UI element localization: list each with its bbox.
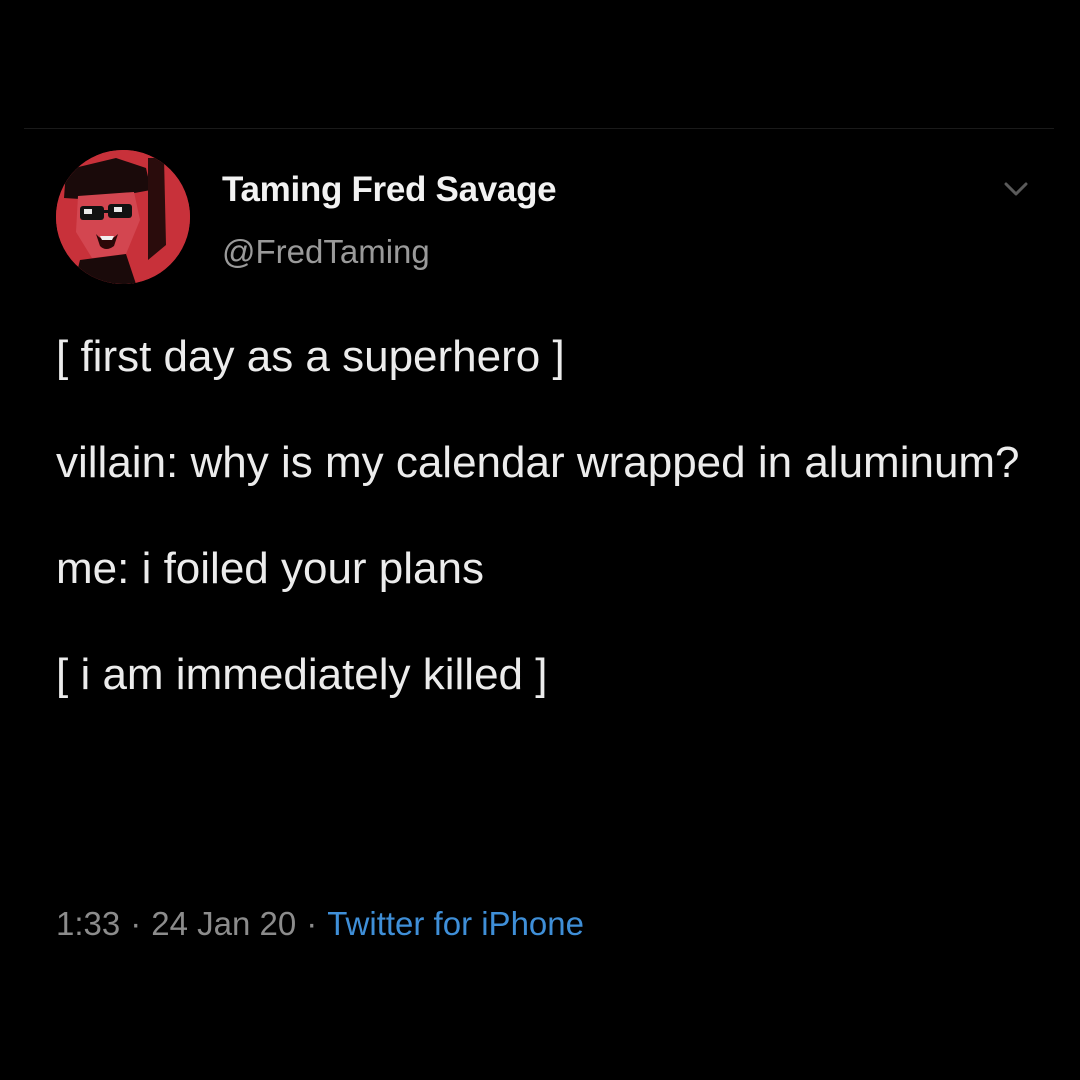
tweet-paragraph: villain: why is my calendar wrapped in a… — [56, 438, 1020, 487]
meta-separator: · — [306, 905, 318, 942]
tweet-meta: 1:33 · 24 Jan 20 · Twitter for iPhone — [56, 905, 584, 943]
avatar[interactable] — [56, 150, 190, 284]
tweet-paragraph: me: i foiled your plans — [56, 544, 484, 593]
tweet-text: [ first day as a superhero ] villain: wh… — [56, 330, 1046, 702]
avatar-image — [56, 150, 190, 284]
author-handle[interactable]: @FredTaming — [222, 233, 430, 271]
chevron-down-icon[interactable] — [998, 174, 1034, 204]
tweet-card: Taming Fred Savage @FredTaming [ first d… — [0, 0, 1080, 1080]
tweet-time[interactable]: 1:33 — [56, 905, 120, 942]
author-display-name[interactable]: Taming Fred Savage — [222, 170, 557, 210]
tweet-paragraph: [ i am immediately killed ] — [56, 650, 548, 699]
meta-separator: · — [130, 905, 142, 942]
tweet-source-link[interactable]: Twitter for iPhone — [327, 905, 584, 942]
tweet-date[interactable]: 24 Jan 20 — [151, 905, 296, 942]
tweet-paragraph: [ first day as a superhero ] — [56, 332, 565, 381]
